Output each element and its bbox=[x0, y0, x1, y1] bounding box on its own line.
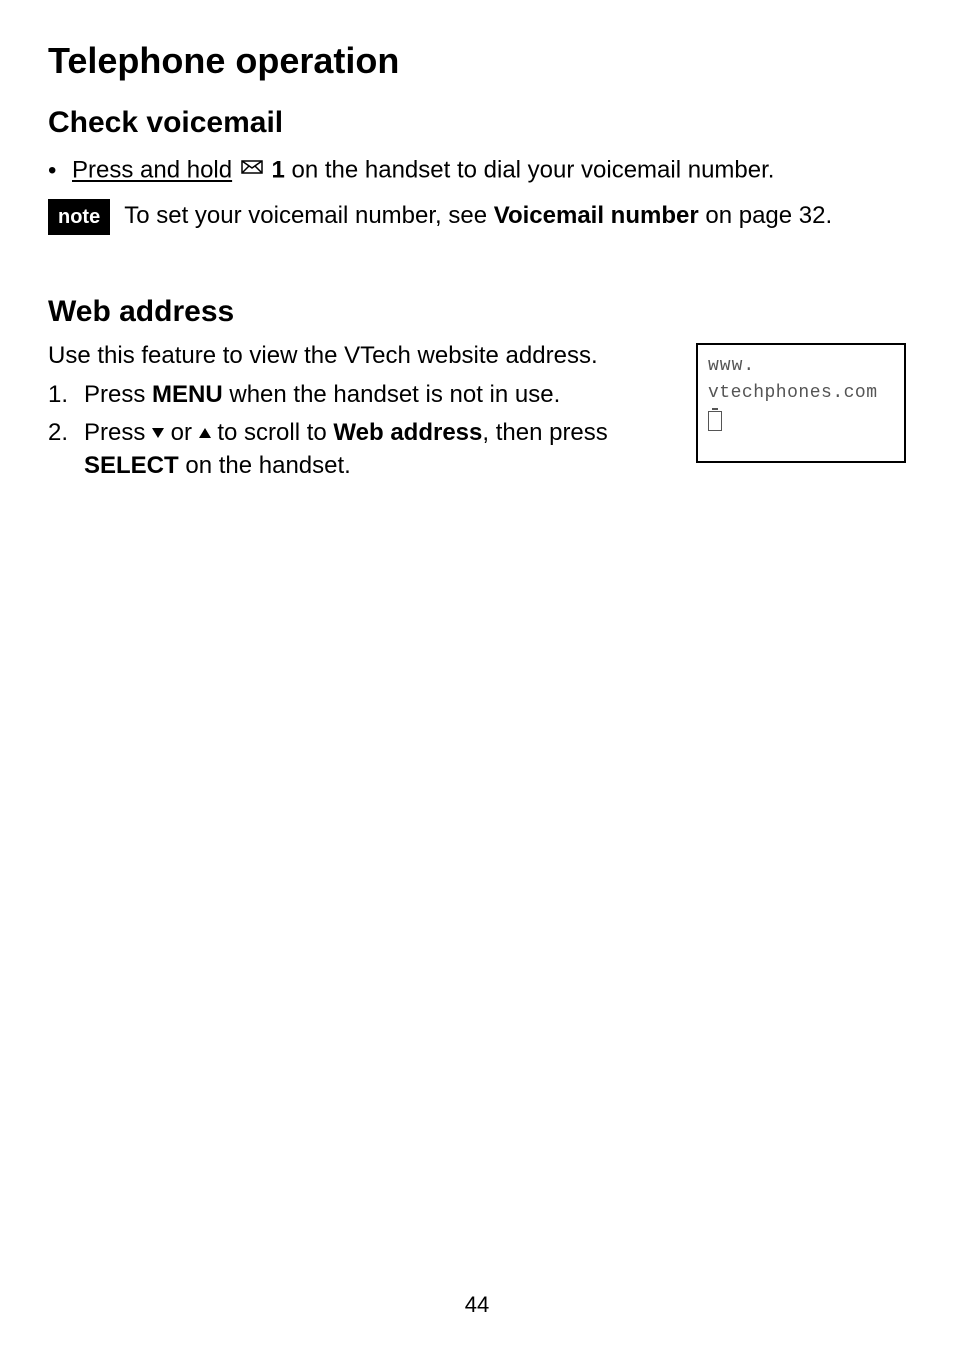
step1-number: 1. bbox=[48, 378, 76, 412]
check-voicemail-heading: Check voicemail bbox=[48, 106, 906, 140]
voicemail-instruction-tail: on the handset to dial your voicemail nu… bbox=[285, 157, 775, 184]
step2-b: or bbox=[164, 419, 199, 446]
note-bold: Voicemail number bbox=[494, 202, 699, 229]
voicemail-instruction-row: • Press and hold 1 on the handset to dia… bbox=[48, 150, 906, 187]
step1-menu: MENU bbox=[152, 381, 223, 408]
screen-line-2: vtechphones.com bbox=[708, 380, 894, 407]
step2-e: on the handset. bbox=[179, 452, 351, 479]
press-and-hold-text: Press and hold bbox=[72, 157, 232, 184]
web-step-1: 1. Press MENU when the handset is not in… bbox=[48, 378, 658, 412]
step1-before: Press bbox=[84, 381, 152, 408]
step2-webaddress: Web address bbox=[333, 419, 482, 446]
step2-number: 2. bbox=[48, 416, 76, 483]
note-before: To set your voicemail number, see bbox=[124, 202, 494, 229]
bullet-dot: • bbox=[48, 157, 72, 185]
step2-a: Press bbox=[84, 419, 152, 446]
step1-after: when the handset is not in use. bbox=[223, 381, 561, 408]
up-arrow-icon bbox=[199, 428, 211, 438]
note-after: on page 32. bbox=[699, 202, 832, 229]
step1-body: Press MENU when the handset is not in us… bbox=[84, 378, 560, 412]
note-badge: note bbox=[48, 199, 110, 235]
page-title: Telephone operation bbox=[48, 40, 906, 82]
web-address-heading: Web address bbox=[48, 295, 906, 329]
step2-select: SELECT bbox=[84, 452, 179, 479]
step2-c: to scroll to bbox=[211, 419, 334, 446]
page-number: 44 bbox=[0, 1292, 954, 1318]
web-step-2: 2. Press or to scroll to Web address, th… bbox=[48, 416, 658, 483]
web-address-section: Use this feature to view the VTech websi… bbox=[48, 339, 906, 483]
voicemail-note-row: note To set your voicemail number, see V… bbox=[48, 199, 906, 235]
screen-line-1: www. bbox=[708, 353, 894, 380]
handset-screen: www. vtechphones.com bbox=[696, 343, 906, 463]
battery-icon bbox=[708, 411, 722, 431]
step2-body: Press or to scroll to Web address, then … bbox=[84, 416, 658, 483]
down-arrow-icon bbox=[152, 428, 164, 438]
voicemail-icon bbox=[241, 150, 263, 184]
voicemail-note-text: To set your voicemail number, see Voicem… bbox=[124, 199, 832, 235]
voicemail-instruction-text: Press and hold 1 on the handset to dial … bbox=[72, 150, 774, 187]
key-1: 1 bbox=[271, 157, 284, 184]
step2-d: , then press bbox=[482, 419, 607, 446]
